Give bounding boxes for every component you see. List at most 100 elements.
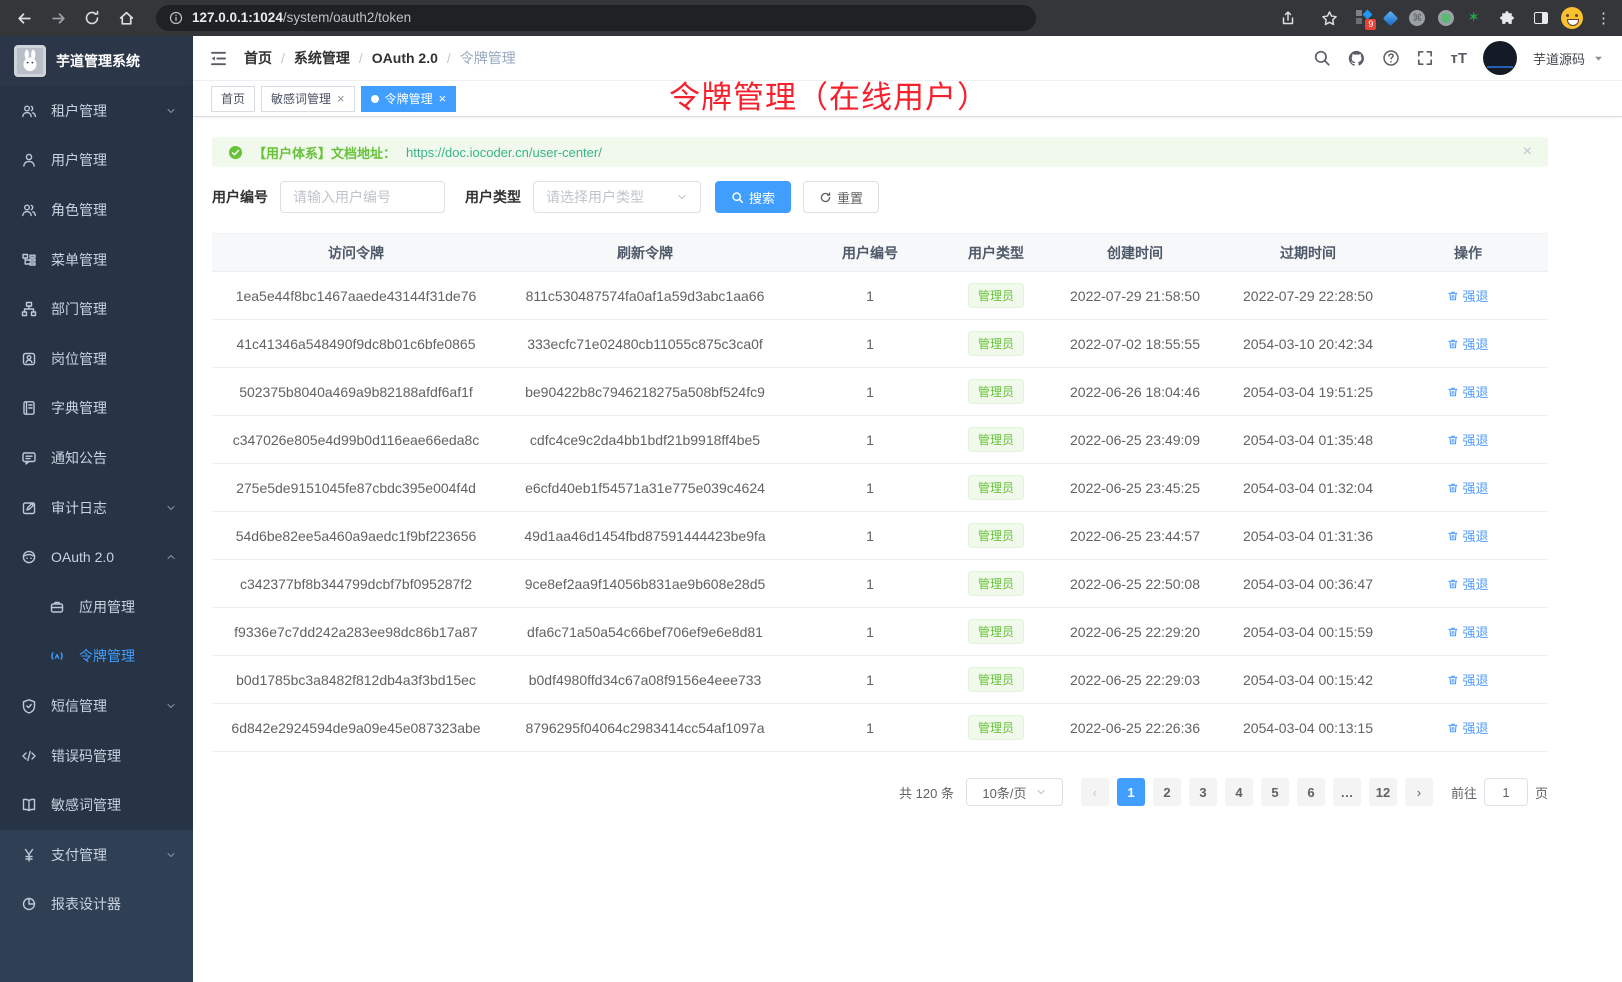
- browser-menu-icon[interactable]: ⋮: [1596, 9, 1612, 27]
- force-logout-button[interactable]: 强退: [1447, 670, 1488, 689]
- pagination-ellipsis[interactable]: …: [1333, 778, 1361, 806]
- sidebar-item-report-designer[interactable]: 报表设计器: [0, 880, 193, 930]
- force-logout-button[interactable]: 强退: [1447, 574, 1488, 593]
- profile-avatar-icon[interactable]: [1561, 7, 1583, 29]
- sidebar-item-user[interactable]: 用户管理: [0, 136, 193, 186]
- pagination-page-1[interactable]: 1: [1117, 778, 1145, 806]
- sidebar-item-dept[interactable]: 部门管理: [0, 284, 193, 334]
- notice-alert: 【用户体系】文档地址： https://doc.iocoder.cn/user-…: [212, 137, 1548, 167]
- force-logout-button[interactable]: 强退: [1447, 286, 1488, 305]
- browser-home-icon[interactable]: [112, 4, 140, 32]
- tab-token[interactable]: 令牌管理×: [361, 86, 457, 112]
- sidebar-item-audit-log[interactable]: 审计日志: [0, 483, 193, 533]
- force-logout-button[interactable]: 强退: [1447, 526, 1488, 545]
- breadcrumb-item[interactable]: 首页: [244, 48, 272, 68]
- force-logout-button[interactable]: 强退: [1447, 334, 1488, 353]
- pagination-prev-button[interactable]: ‹: [1081, 778, 1109, 806]
- font-size-icon[interactable]: тT: [1450, 50, 1467, 67]
- user-type-badge: 管理员: [968, 427, 1024, 452]
- reset-button[interactable]: 重置: [803, 181, 879, 213]
- browser-back-icon[interactable]: [10, 4, 38, 32]
- close-icon[interactable]: ×: [439, 92, 447, 105]
- force-logout-button[interactable]: 强退: [1447, 718, 1488, 737]
- extension-update-icon[interactable]: 9: [1356, 10, 1372, 26]
- sidebar-item-pay[interactable]: 支付管理: [0, 830, 193, 880]
- filter-form: 用户编号 用户类型 请选择用户类型 搜索 重置: [212, 181, 1548, 213]
- sidebar-item-menu[interactable]: 菜单管理: [0, 235, 193, 285]
- browser-forward-icon[interactable]: [44, 4, 72, 32]
- sidebar-item-notice[interactable]: 通知公告: [0, 433, 193, 483]
- expires-at-cell: 2022-07-29 22:28:50: [1228, 272, 1388, 320]
- column-header: 过期时间: [1228, 234, 1388, 272]
- share-icon[interactable]: [1274, 4, 1302, 32]
- sidebar-item-oauth2-app[interactable]: 应用管理: [0, 582, 193, 632]
- user-avatar[interactable]: [1483, 41, 1517, 75]
- pagination-next-button[interactable]: ›: [1405, 778, 1433, 806]
- pagination-page-12[interactable]: 12: [1369, 778, 1397, 806]
- bookmark-star-icon[interactable]: [1315, 4, 1343, 32]
- green-star-extension-icon[interactable]: ✶: [1467, 10, 1480, 26]
- pagination-page-4[interactable]: 4: [1225, 778, 1253, 806]
- search-button[interactable]: 搜索: [715, 181, 791, 213]
- pagination-page-3[interactable]: 3: [1189, 778, 1217, 806]
- user-type-badge: 管理员: [968, 283, 1024, 308]
- browser-reload-icon[interactable]: [78, 4, 106, 32]
- pagination-page-2[interactable]: 2: [1153, 778, 1181, 806]
- site-info-icon[interactable]: [168, 4, 184, 32]
- page-size-select[interactable]: 10条/页: [966, 778, 1063, 806]
- id-badge-icon: [21, 351, 37, 367]
- expires-at-cell: 2054-03-10 20:42:34: [1228, 320, 1388, 368]
- browser-url-bar[interactable]: 127.0.0.1:1024/system/oauth2/token: [156, 5, 1036, 31]
- puzzle-extensions-icon[interactable]: [1493, 4, 1521, 32]
- user-id-input[interactable]: [280, 181, 445, 213]
- user-name: 芋道源码: [1533, 49, 1585, 68]
- github-icon[interactable]: [1347, 49, 1366, 68]
- sidebar-item-post[interactable]: 岗位管理: [0, 334, 193, 384]
- sidebar-item-sms[interactable]: 短信管理: [0, 681, 193, 731]
- table-row: 275e5de9151045fe87cbdc395e004f4de6cfd40e…: [212, 464, 1548, 512]
- force-logout-button[interactable]: 强退: [1447, 430, 1488, 449]
- recorder-extension-icon[interactable]: [1438, 10, 1454, 26]
- created-at-cell: 2022-06-26 18:04:46: [1042, 368, 1228, 416]
- app-logo[interactable]: 芋道管理系统: [0, 36, 193, 86]
- tab-sensitive-word[interactable]: 敏感词管理×: [261, 86, 355, 112]
- sidebar-item-role[interactable]: 角色管理: [0, 185, 193, 235]
- goto-page-input[interactable]: [1484, 778, 1528, 806]
- pagination-page-6[interactable]: 6: [1297, 778, 1325, 806]
- access-token-cell: 502375b8040a469a9b82188afdf6af1f: [212, 368, 500, 416]
- breadcrumb-item[interactable]: 系统管理: [294, 48, 350, 68]
- user-type-select[interactable]: 请选择用户类型: [533, 181, 701, 213]
- force-logout-button[interactable]: 强退: [1447, 622, 1488, 641]
- diamond-extension-icon[interactable]: [1383, 10, 1399, 26]
- action-cell: 强退: [1388, 656, 1548, 704]
- extension-badge-count: 9: [1365, 19, 1376, 30]
- table-row: 502375b8040a469a9b82188afdf6af1fbe90422b…: [212, 368, 1548, 416]
- close-icon[interactable]: ×: [337, 92, 345, 105]
- sidebar-item-error-code[interactable]: 错误码管理: [0, 731, 193, 781]
- force-logout-button[interactable]: 强退: [1447, 478, 1488, 497]
- action-cell: 强退: [1388, 416, 1548, 464]
- trash-icon: [1447, 626, 1459, 638]
- sidebar-item-dict[interactable]: 字典管理: [0, 384, 193, 434]
- sidebar-collapse-icon[interactable]: [207, 49, 238, 68]
- notice-close-icon[interactable]: ×: [1523, 144, 1532, 160]
- notice-link[interactable]: https://doc.iocoder.cn/user-center/: [406, 145, 602, 160]
- pagination-page-5[interactable]: 5: [1261, 778, 1289, 806]
- breadcrumb-item[interactable]: OAuth 2.0: [372, 50, 438, 66]
- fullscreen-icon[interactable]: [1416, 49, 1434, 67]
- search-icon[interactable]: [1313, 49, 1331, 67]
- gray-extension-icon[interactable]: ⌘: [1409, 10, 1425, 26]
- edit-square-icon: [21, 500, 37, 516]
- chevron-down-icon[interactable]: [1593, 53, 1604, 64]
- force-logout-label: 强退: [1462, 670, 1488, 689]
- sidebar-item-oauth2-token[interactable]: 令牌管理: [0, 632, 193, 682]
- sidebar-item-oauth2[interactable]: OAuth 2.0: [0, 532, 193, 582]
- help-icon[interactable]: [1382, 49, 1400, 67]
- tab-split-icon[interactable]: [1534, 12, 1548, 24]
- tab-home[interactable]: 首页: [211, 86, 255, 112]
- force-logout-button[interactable]: 强退: [1447, 382, 1488, 401]
- sidebar-item-tenant[interactable]: 租户管理: [0, 86, 193, 136]
- access-token-cell: b0d1785bc3a8482f812db4a3f3bd15ec: [212, 656, 500, 704]
- sidebar-item-sensitive-word[interactable]: 敏感词管理: [0, 780, 193, 830]
- refresh-token-cell: 49d1aa46d1454fbd87591444423be9fa: [500, 512, 790, 560]
